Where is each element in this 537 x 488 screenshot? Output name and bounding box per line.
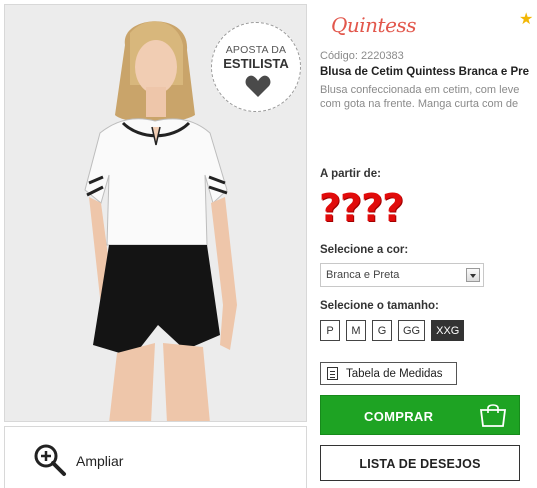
zoom-button[interactable]: Ampliar — [4, 426, 307, 488]
size-options: P M G GG XXG — [320, 320, 465, 341]
badge-line-1: APOSTA DA — [225, 44, 287, 56]
badge-line-2: ESTILISTA — [223, 56, 289, 71]
heart-icon — [245, 75, 271, 97]
star-icon[interactable]: ★ — [519, 9, 533, 29]
product-image[interactable]: APOSTA DA ESTILISTA — [4, 4, 307, 422]
size-option-p[interactable]: P — [320, 320, 340, 341]
document-icon — [327, 367, 338, 380]
product-title: Blusa de Cetim Quintess Branca e Pre — [320, 66, 529, 78]
stylist-badge: APOSTA DA ESTILISTA — [211, 22, 301, 112]
color-select-value: Branca e Preta — [326, 269, 400, 281]
description-line-1: Blusa confeccionada em cetim, com leve — [320, 84, 520, 96]
zoom-in-icon — [34, 444, 66, 476]
wishlist-label: LISTA DE DESEJOS — [359, 457, 481, 471]
size-label: Selecione o tamanho: — [320, 300, 439, 312]
size-option-gg[interactable]: GG — [398, 320, 426, 341]
buy-label: COMPRAR — [364, 409, 434, 424]
product-description: Blusa confeccionada em cetim, com leve c… — [320, 83, 537, 111]
color-select[interactable]: Branca e Preta — [320, 263, 484, 287]
brand-logo[interactable]: Quintess — [331, 13, 416, 37]
price-value: ???? — [319, 186, 404, 230]
price-label: A partir de: — [320, 168, 381, 180]
description-line-2: com gota na frente. Manga curta com de — [320, 98, 519, 110]
size-option-xxg[interactable]: XXG — [431, 320, 465, 341]
chevron-down-icon[interactable] — [466, 268, 480, 282]
size-option-g[interactable]: G — [372, 320, 392, 341]
shopping-bag-icon — [479, 404, 507, 427]
zoom-label: Ampliar — [76, 453, 124, 469]
buy-button[interactable]: COMPRAR — [320, 395, 520, 435]
color-label: Selecione a cor: — [320, 244, 409, 256]
size-option-m[interactable]: M — [346, 320, 366, 341]
product-sku: Código: 2220383 — [320, 50, 404, 62]
measure-table-label: Tabela de Medidas — [346, 368, 443, 380]
wishlist-button[interactable]: LISTA DE DESEJOS — [320, 445, 520, 481]
measure-table-button[interactable]: Tabela de Medidas — [320, 362, 457, 385]
